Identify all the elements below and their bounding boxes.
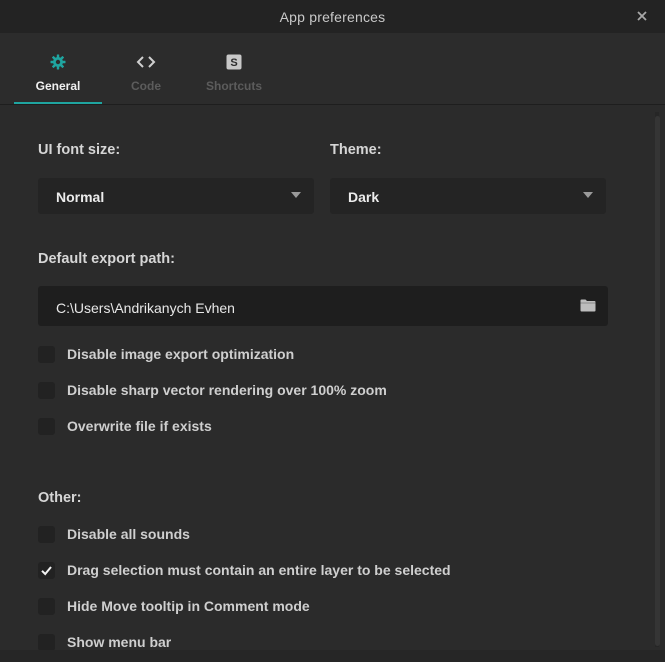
active-tab-indicator: [14, 102, 102, 104]
chevron-down-icon: [291, 192, 301, 198]
checkbox[interactable]: [38, 345, 55, 363]
checkbox-label: Disable all sounds: [67, 526, 190, 542]
checkbox-label: Disable sharp vector rendering over 100%…: [67, 382, 387, 398]
chevron-down-icon: [583, 192, 593, 198]
close-button[interactable]: [633, 7, 651, 25]
checkbox-label: Drag selection must contain an entire la…: [67, 562, 451, 578]
preferences-window: App preferences General Code S Shortcuts…: [0, 0, 665, 662]
close-icon: [637, 11, 647, 21]
checkbox-label: Disable image export optimization: [67, 346, 295, 362]
tab-label: General: [35, 79, 81, 93]
export-path-field[interactable]: C:\Users\Andrikanych Evhen: [38, 286, 608, 326]
other-section-label: Other:: [38, 490, 82, 506]
folder-icon: [580, 299, 596, 312]
checkbox-row-disable-sharp-vector-rendering[interactable]: Disable sharp vector rendering over 100%…: [38, 380, 387, 400]
tab-code[interactable]: Code: [112, 33, 180, 104]
checkbox-row-hide-move-tooltip[interactable]: Hide Move tooltip in Comment mode: [38, 596, 310, 616]
checkbox[interactable]: [38, 417, 55, 435]
svg-text:S: S: [230, 57, 237, 69]
tab-shortcuts[interactable]: S Shortcuts: [194, 33, 274, 104]
theme-dropdown[interactable]: Dark: [330, 178, 606, 214]
checkmark-icon: [41, 565, 52, 575]
checkbox-row-drag-selection-entire-layer[interactable]: Drag selection must contain an entire la…: [38, 560, 451, 580]
code-icon: [136, 53, 156, 71]
checkbox-label: Hide Move tooltip in Comment mode: [67, 598, 310, 614]
checkbox[interactable]: [38, 381, 55, 399]
font-size-dropdown[interactable]: Normal: [38, 178, 314, 214]
checkbox-label: Show menu bar: [67, 634, 172, 650]
checkbox-row-show-menu-bar[interactable]: Show menu bar: [38, 632, 171, 652]
checkbox[interactable]: [38, 597, 55, 615]
scrollbar-thumb[interactable]: [655, 116, 660, 646]
tab-bar: General Code S Shortcuts: [0, 33, 665, 105]
checkbox-row-overwrite-file[interactable]: Overwrite file if exists: [38, 416, 212, 436]
title-bar: App preferences: [0, 0, 665, 33]
tab-label: Code: [131, 79, 161, 93]
font-size-label: UI font size:: [38, 142, 121, 158]
checkbox-row-disable-all-sounds[interactable]: Disable all sounds: [38, 524, 190, 544]
shortcuts-icon: S: [226, 53, 242, 71]
export-path-value: C:\Users\Andrikanych Evhen: [56, 300, 235, 316]
theme-label: Theme:: [330, 142, 382, 158]
tab-label: Shortcuts: [205, 79, 262, 93]
font-size-value: Normal: [56, 189, 105, 205]
checkbox-row-disable-image-export-optimization[interactable]: Disable image export optimization: [38, 344, 294, 364]
bottom-edge: [0, 650, 665, 662]
checkbox[interactable]: [38, 525, 55, 543]
browse-folder-button[interactable]: [580, 299, 596, 313]
checkbox[interactable]: [38, 633, 55, 651]
window-title: App preferences: [279, 8, 386, 25]
checkbox-label: Overwrite file if exists: [67, 418, 212, 434]
export-path-label: Default export path:: [38, 251, 175, 267]
tab-general[interactable]: General: [14, 33, 102, 104]
theme-value: Dark: [348, 189, 380, 205]
gear-icon: [50, 53, 66, 71]
checkbox-checked[interactable]: [38, 561, 55, 579]
